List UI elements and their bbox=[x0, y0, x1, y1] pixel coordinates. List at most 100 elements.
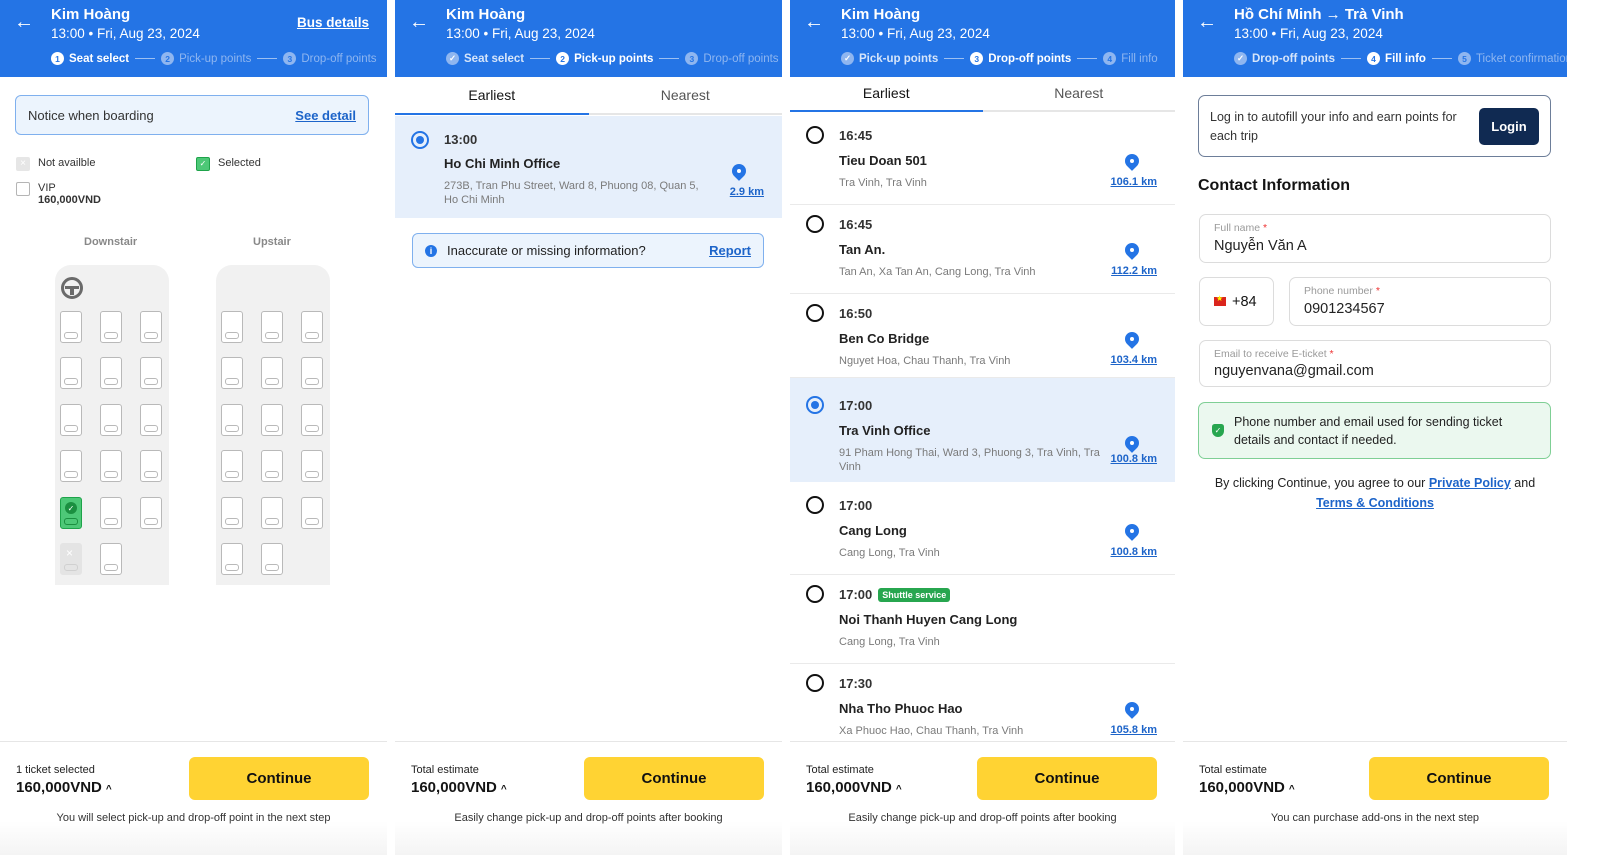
continue-button[interactable]: Continue bbox=[189, 757, 369, 800]
seat-available[interactable] bbox=[140, 404, 162, 436]
point-name: Tieu Doan 501 bbox=[839, 153, 927, 168]
radio-unselected[interactable] bbox=[806, 674, 824, 692]
location-pin-icon[interactable] bbox=[1125, 154, 1139, 172]
time-text: 17:00 bbox=[839, 398, 873, 413]
back-arrow-icon[interactable]: ← bbox=[14, 11, 34, 33]
phone-number-field[interactable]: Phone number * 0901234567 bbox=[1289, 277, 1551, 326]
seat-available[interactable] bbox=[60, 404, 82, 436]
back-arrow-icon[interactable]: ← bbox=[804, 11, 824, 33]
distance-link[interactable]: 105.8 km bbox=[1111, 724, 1157, 736]
seat-available[interactable] bbox=[261, 404, 283, 436]
seat-available[interactable] bbox=[261, 543, 283, 575]
seat-available[interactable] bbox=[261, 450, 283, 482]
legend-label: VIP bbox=[38, 182, 56, 194]
seat-available[interactable] bbox=[100, 311, 122, 343]
pickup-point-item[interactable]: 13:00 Ho Chi Minh Office 273B, Tran Phu … bbox=[395, 116, 782, 218]
tab-nearest[interactable]: Nearest bbox=[983, 77, 1176, 110]
seat-available[interactable] bbox=[100, 497, 122, 529]
footer-note: Easily change pick-up and drop-off point… bbox=[454, 812, 723, 824]
distance-link[interactable]: 100.8 km bbox=[1111, 453, 1157, 465]
seat-available[interactable] bbox=[221, 450, 243, 482]
back-arrow-icon[interactable]: ← bbox=[409, 11, 429, 33]
continue-button[interactable]: Continue bbox=[1369, 757, 1549, 800]
seat-available[interactable] bbox=[221, 311, 243, 343]
seat-available[interactable] bbox=[301, 497, 323, 529]
distance-link[interactable]: 103.4 km bbox=[1111, 354, 1157, 366]
terms-link[interactable]: Terms & Conditions bbox=[1316, 496, 1434, 510]
seat-available[interactable] bbox=[301, 357, 323, 389]
seat-available[interactable] bbox=[60, 357, 82, 389]
see-detail-link[interactable]: See detail bbox=[295, 108, 356, 123]
seat-available[interactable] bbox=[301, 450, 323, 482]
tab-nearest[interactable]: Nearest bbox=[589, 77, 783, 113]
radio-unselected[interactable] bbox=[806, 126, 824, 144]
distance-link[interactable]: 106.1 km bbox=[1111, 176, 1157, 188]
seat-available[interactable] bbox=[100, 450, 122, 482]
seat-available[interactable] bbox=[140, 311, 162, 343]
radio-unselected[interactable] bbox=[806, 215, 824, 233]
dropoff-point-item[interactable]: 16:45 Tan An. Tan An, Xa Tan An, Cang Long… bbox=[790, 205, 1175, 294]
total-price[interactable]: 160,000VND ^ bbox=[16, 779, 112, 796]
dropoff-point-item[interactable]: 16:50 Ben Co Bridge Nguyet Hoa, Chau Thanh… bbox=[790, 294, 1175, 378]
seat-available[interactable] bbox=[140, 497, 162, 529]
back-arrow-icon[interactable]: ← bbox=[1197, 11, 1217, 33]
dropoff-point-item[interactable]: 17:00 Tra Vinh Office 91 Pham Hong Thai, W… bbox=[790, 378, 1175, 482]
fill-info-screen: ← Hồ Chí Minh → Trà Vinh 13:00 • Fri, Au… bbox=[1183, 0, 1567, 855]
dropoff-point-item[interactable]: 17:00 Shuttle service Noi Thanh Huyen Cang… bbox=[790, 575, 1175, 664]
seat-available[interactable] bbox=[140, 450, 162, 482]
privacy-policy-link[interactable]: Private Policy bbox=[1429, 476, 1511, 490]
seat-available[interactable] bbox=[60, 311, 82, 343]
total-price[interactable]: 160,000VND ^ bbox=[411, 779, 507, 796]
distance-link[interactable]: 112.2 km bbox=[1111, 265, 1157, 277]
tab-earliest[interactable]: Earliest bbox=[395, 77, 589, 115]
step-ticket-confirmation: 5 Ticket confirmation bbox=[1457, 52, 1567, 65]
full-name-field[interactable]: Full name * Nguyễn Văn A bbox=[1199, 214, 1551, 263]
location-pin-icon[interactable] bbox=[1125, 524, 1139, 542]
seat-selected[interactable]: ✓ bbox=[60, 497, 82, 529]
tab-earliest[interactable]: Earliest bbox=[790, 77, 983, 112]
dropoff-point-item[interactable]: 16:45 Tieu Doan 501 Tra Vinh, Tra Vinh 106.… bbox=[790, 116, 1175, 205]
continue-button[interactable]: Continue bbox=[977, 757, 1157, 800]
location-pin-icon[interactable] bbox=[1125, 332, 1139, 350]
header: ← Kim Hoàng 13:00 • Fri, Aug 23, 2024 Bu… bbox=[0, 0, 387, 77]
dropoff-point-item[interactable]: 17:00 Cang Long Cang Long, Tra Vinh 100.8 k… bbox=[790, 486, 1175, 575]
seat-available[interactable] bbox=[221, 357, 243, 389]
radio-unselected[interactable] bbox=[806, 304, 824, 322]
radio-selected[interactable] bbox=[806, 396, 824, 414]
step-label: Pick-up points bbox=[574, 52, 654, 65]
login-button[interactable]: Login bbox=[1479, 108, 1539, 145]
radio-unselected[interactable] bbox=[806, 585, 824, 603]
radio-selected[interactable] bbox=[411, 131, 429, 149]
seat-available[interactable] bbox=[301, 404, 323, 436]
seat-available[interactable] bbox=[301, 311, 323, 343]
seat-available[interactable] bbox=[60, 450, 82, 482]
location-pin-icon[interactable] bbox=[1125, 436, 1139, 454]
footer: Total estimate 160,000VND ^ Continue You … bbox=[1183, 741, 1567, 855]
report-link[interactable]: Report bbox=[709, 243, 751, 258]
email-field[interactable]: Email to receive E-ticket * nguyenvana@g… bbox=[1199, 340, 1551, 387]
distance-link[interactable]: 2.9 km bbox=[730, 186, 764, 198]
continue-button[interactable]: Continue bbox=[584, 757, 764, 800]
location-pin-icon[interactable] bbox=[1125, 702, 1139, 720]
dropoff-point-item[interactable]: 17:30 Nha Tho Phuoc Hao Xa Phuoc Hao, Chau… bbox=[790, 664, 1175, 753]
seat-available[interactable] bbox=[261, 357, 283, 389]
seat-available[interactable] bbox=[100, 543, 122, 575]
location-pin-icon[interactable] bbox=[732, 164, 746, 182]
seat-available[interactable] bbox=[221, 497, 243, 529]
seat-available[interactable] bbox=[221, 404, 243, 436]
bus-details-link[interactable]: Bus details bbox=[297, 15, 369, 30]
total-price[interactable]: 160,000VND ^ bbox=[806, 779, 902, 796]
seat-available[interactable] bbox=[261, 311, 283, 343]
radio-unselected[interactable] bbox=[806, 496, 824, 514]
location-pin-icon[interactable] bbox=[1125, 243, 1139, 261]
seat-available[interactable] bbox=[100, 404, 122, 436]
seat-available[interactable] bbox=[140, 357, 162, 389]
total-price[interactable]: 160,000VND ^ bbox=[1199, 779, 1295, 796]
seat-available[interactable] bbox=[261, 497, 283, 529]
step-label: Drop-off points bbox=[301, 52, 377, 65]
distance-link[interactable]: 100.8 km bbox=[1111, 546, 1157, 558]
step-number: 3 bbox=[685, 52, 699, 65]
seat-available[interactable] bbox=[100, 357, 122, 389]
seat-available[interactable] bbox=[221, 543, 243, 575]
country-code-select[interactable]: +84 bbox=[1199, 277, 1274, 326]
